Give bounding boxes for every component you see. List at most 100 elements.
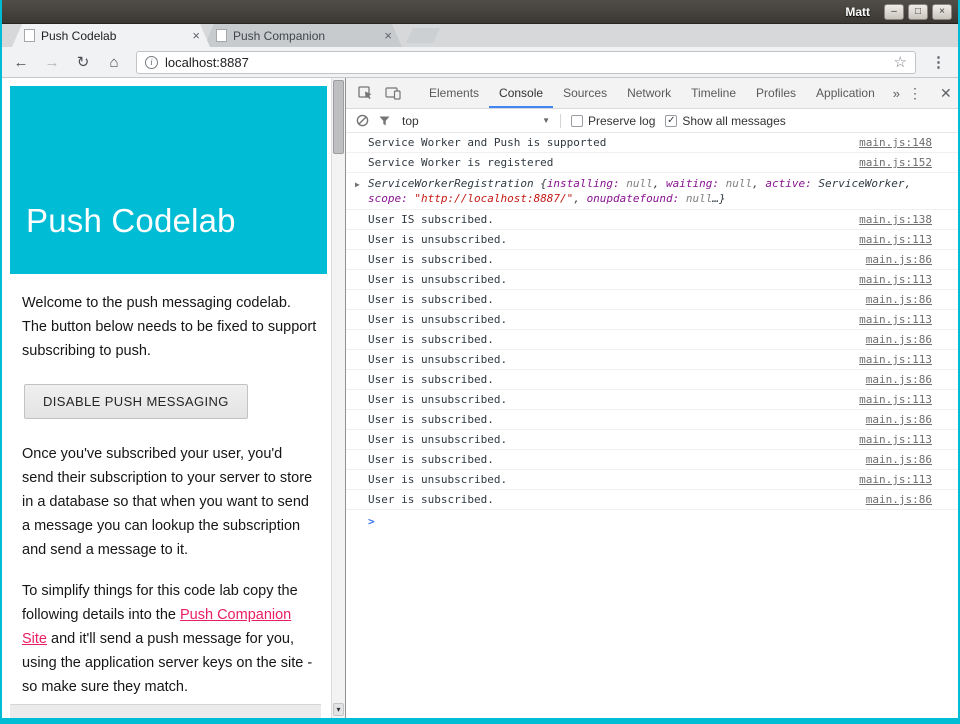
window-titlebar[interactable]: Matt – □ ×	[2, 0, 958, 24]
tab-push-companion[interactable]: Push Companion ×	[204, 24, 402, 47]
page-info-icon[interactable]: i	[145, 56, 158, 69]
console-message-row: User is unsubscribed. main.js:113	[346, 430, 958, 450]
console-source-link[interactable]: main.js:113	[859, 233, 932, 246]
tab-strip: Push Codelab × Push Companion ×	[2, 24, 958, 47]
intro-paragraph: Welcome to the push messaging codelab. T…	[22, 291, 317, 363]
console-source-link[interactable]: main.js:113	[859, 393, 932, 406]
console-message-text: User is unsubscribed.	[368, 393, 847, 406]
devtools-tab-console[interactable]: Console	[489, 78, 553, 108]
console-source-link[interactable]: main.js:86	[866, 333, 932, 346]
devtools-tabbar: Elements Console Sources Network Timelin…	[346, 78, 958, 109]
console-message-row: User is unsubscribed. main.js:113	[346, 230, 958, 250]
console-message-text: User is unsubscribed.	[368, 433, 847, 446]
inspect-element-icon[interactable]	[352, 78, 379, 108]
console-message-row: User is subscribed. main.js:86	[346, 450, 958, 470]
devtools-tab-network[interactable]: Network	[617, 78, 681, 108]
close-button[interactable]: ×	[932, 4, 952, 20]
filter-icon[interactable]	[379, 116, 390, 126]
console-message-row: User IS subscribed. main.js:138	[346, 210, 958, 230]
object-preview-line1: ServiceWorkerRegistration {installing: n…	[368, 176, 932, 191]
tab-push-codelab[interactable]: Push Codelab ×	[12, 24, 210, 47]
console-source-link[interactable]: main.js:86	[866, 293, 932, 306]
console-message-row: User is subscribed. main.js:86	[346, 330, 958, 350]
devtools-tab-profiles[interactable]: Profiles	[746, 78, 806, 108]
tab-title: Push Companion	[233, 29, 378, 43]
hero-banner: Push Codelab	[10, 86, 327, 274]
console-source-link[interactable]: main.js:113	[859, 473, 932, 486]
window-title: Matt	[845, 5, 870, 19]
console-source-link[interactable]: main.js:86	[866, 253, 932, 266]
console-message-row: User is subscribed. main.js:86	[346, 490, 958, 510]
device-toolbar-icon[interactable]	[379, 78, 407, 108]
subscribe-paragraph: Once you've subscribed your user, you'd …	[22, 442, 317, 562]
console-message-row: Service Worker is registered main.js:152	[346, 153, 958, 173]
page-title: Push Codelab	[26, 202, 236, 240]
console-source-link[interactable]: main.js:138	[859, 213, 932, 226]
companion-paragraph: To simplify things for this code lab cop…	[22, 579, 317, 699]
favicon-icon	[216, 29, 227, 42]
console-source-link[interactable]: main.js:113	[859, 433, 932, 446]
console-message-text: User is subscribed.	[368, 253, 854, 266]
scroll-down-button[interactable]: ▾	[333, 703, 344, 716]
favicon-icon	[24, 29, 35, 42]
page-pane: Push Codelab Welcome to the push messagi…	[2, 78, 345, 718]
disable-push-button[interactable]: DISABLE PUSH MESSAGING	[24, 384, 248, 419]
dropdown-caret-icon: ▼	[542, 116, 550, 125]
console-message-text: User is subscribed.	[368, 493, 854, 506]
devtools-tab-application[interactable]: Application	[806, 78, 885, 108]
home-button[interactable]: ⌂	[105, 54, 123, 71]
console-message-text: Service Worker is registered	[368, 156, 847, 169]
address-bar[interactable]: i localhost:8887 ☆	[136, 51, 916, 74]
browser-menu-button[interactable]: ⋮	[929, 53, 948, 71]
minimize-button[interactable]: –	[884, 4, 904, 20]
console-source-link[interactable]: main.js:113	[859, 313, 932, 326]
checkbox-checked-icon: ✓	[665, 115, 677, 127]
page-scrollbar[interactable]: ▾	[331, 78, 345, 718]
console-message-text: User is subscribed.	[368, 453, 854, 466]
console-source-link[interactable]: main.js:152	[859, 156, 932, 169]
tab-title: Push Codelab	[41, 29, 186, 43]
reload-button[interactable]: ↻	[74, 53, 92, 71]
console-source-link[interactable]: main.js:113	[859, 273, 932, 286]
preserve-log-checkbox[interactable]: Preserve log	[571, 114, 655, 128]
forward-button[interactable]: →	[43, 54, 61, 71]
maximize-button[interactable]: □	[908, 4, 928, 20]
console-log[interactable]: Service Worker and Push is supported mai…	[346, 133, 958, 718]
bookmark-star-icon[interactable]: ☆	[894, 53, 907, 71]
console-prompt[interactable]: >	[346, 510, 958, 531]
devtools-close-button[interactable]: ✕	[940, 85, 952, 102]
console-source-link[interactable]: main.js:148	[859, 136, 932, 149]
new-tab-button[interactable]	[406, 28, 440, 43]
down-arrow-icon: ▾	[336, 705, 340, 714]
console-message-row: User is unsubscribed. main.js:113	[346, 470, 958, 490]
devtools-tab-overflow-icon[interactable]: »	[885, 78, 908, 108]
checkbox-label: Show all messages	[682, 114, 785, 128]
execution-context-dropdown[interactable]: top ▼	[402, 114, 550, 128]
console-message-text: User is unsubscribed.	[368, 353, 847, 366]
console-message-row: User is unsubscribed. main.js:113	[346, 310, 958, 330]
content-area: Push Codelab Welcome to the push messagi…	[2, 78, 958, 718]
scrollbar-thumb[interactable]	[333, 80, 344, 154]
console-source-link[interactable]: main.js:113	[859, 353, 932, 366]
devtools-tab-elements[interactable]: Elements	[419, 78, 489, 108]
devtools-tab-sources[interactable]: Sources	[553, 78, 617, 108]
tab-close-icon[interactable]: ×	[192, 29, 200, 42]
console-source-link[interactable]: main.js:86	[866, 493, 932, 506]
console-message-row: User is unsubscribed. main.js:113	[346, 270, 958, 290]
back-button[interactable]: ←	[12, 54, 30, 71]
console-source-link[interactable]: main.js:86	[866, 413, 932, 426]
show-all-messages-checkbox[interactable]: ✓ Show all messages	[665, 114, 785, 128]
devtools-menu-button[interactable]: ⋮	[908, 85, 922, 102]
clear-console-button[interactable]	[356, 114, 369, 127]
devtools-tab-timeline[interactable]: Timeline	[681, 78, 746, 108]
tab-close-icon[interactable]: ×	[384, 29, 392, 42]
subscription-panel-partial	[10, 704, 321, 718]
console-source-link[interactable]: main.js:86	[866, 453, 932, 466]
checkbox-label: Preserve log	[588, 114, 655, 128]
expand-arrow-icon[interactable]: ▶	[355, 178, 360, 191]
console-message-text: User is unsubscribed.	[368, 273, 847, 286]
url-text: localhost:8887	[165, 55, 887, 70]
console-message-text: User IS subscribed.	[368, 213, 847, 226]
console-source-link[interactable]: main.js:86	[866, 373, 932, 386]
console-message-text: User is unsubscribed.	[368, 473, 847, 486]
